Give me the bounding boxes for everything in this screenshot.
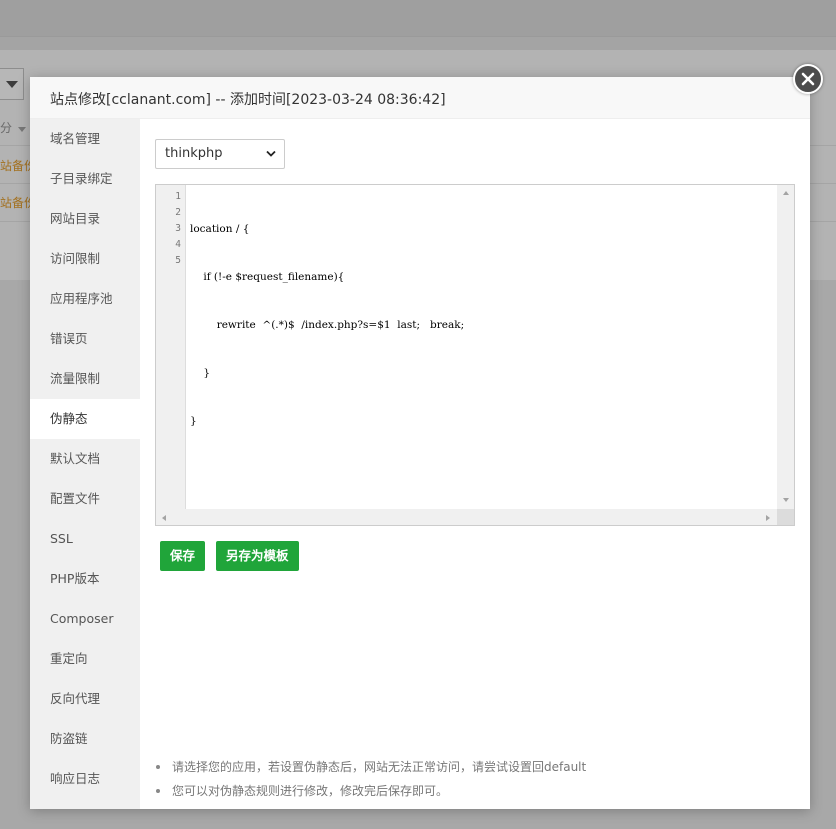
bullet-icon (156, 765, 160, 769)
chevron-down-icon (266, 150, 276, 157)
code-line: location / { (190, 223, 250, 235)
rewrite-code-editor[interactable]: 1 2 3 4 5 location / { if (!-e $request_… (155, 184, 795, 526)
line-number: 3 (175, 223, 181, 234)
line-number-gutter: 1 2 3 4 5 (156, 185, 186, 510)
sidebar-item-composer[interactable]: Composer (30, 599, 140, 639)
sidebar-item-domain[interactable]: 域名管理 (30, 119, 140, 159)
sidebar-item-hotlink-protection[interactable]: 防盗链 (30, 719, 140, 759)
tip-item: 请选择您的应用，若设置伪静态后，网站无法正常访问，请尝试设置回default (155, 755, 795, 779)
sidebar-item-app-pool[interactable]: 应用程序池 (30, 279, 140, 319)
background-header-fragment: 分 (0, 119, 26, 136)
scroll-up-arrow-icon[interactable] (783, 191, 789, 195)
tip-text: 您可以对伪静态规则进行修改，修改完后保存即可。 (172, 784, 449, 798)
code-line: } (190, 367, 211, 379)
rewrite-template-select[interactable]: thinkphp (155, 139, 285, 169)
tips-list: 请选择您的应用，若设置伪静态后，网站无法正常访问，请尝试设置回default 您… (155, 755, 795, 803)
sidebar-item-php-version[interactable]: PHP版本 (30, 559, 140, 599)
settings-sidebar: 域名管理 子目录绑定 网站目录 访问限制 应用程序池 错误页 流量限制 伪静态 … (30, 119, 140, 809)
code-line: rewrite ^(.*)$ /index.php?s=$1 last; bre… (190, 319, 465, 331)
horizontal-scrollbar[interactable] (156, 509, 794, 525)
background-topbar (0, 0, 836, 36)
sidebar-item-ssl[interactable]: SSL (30, 519, 140, 559)
bullet-icon (156, 789, 160, 793)
background-band (0, 36, 836, 50)
vertical-scrollbar[interactable] (777, 185, 794, 510)
sidebar-item-default-document[interactable]: 默认文档 (30, 439, 140, 479)
sidebar-item-site-directory[interactable]: 网站目录 (30, 199, 140, 239)
rewrite-template-select-value: thinkphp (165, 146, 223, 161)
scroll-down-arrow-icon[interactable] (783, 498, 789, 502)
rewrite-panel: thinkphp 1 2 3 4 5 location / { if (!-e … (140, 119, 810, 809)
dialog-title: 站点修改[cclanant.com] -- 添加时间[2023-03-24 08… (50, 92, 446, 108)
sidebar-item-access-limit[interactable]: 访问限制 (30, 239, 140, 279)
save-button[interactable]: 保存 (160, 541, 206, 571)
scroll-right-arrow-icon[interactable] (766, 515, 770, 521)
line-number: 2 (175, 207, 181, 218)
sidebar-item-traffic-limit[interactable]: 流量限制 (30, 359, 140, 399)
tip-item: 您可以对伪静态规则进行修改，修改完后保存即可。 (155, 779, 795, 803)
scroll-left-arrow-icon[interactable] (162, 515, 166, 521)
line-number: 4 (175, 239, 181, 250)
scrollbar-corner (777, 509, 794, 525)
save-as-template-button[interactable]: 另存为模板 (216, 541, 299, 571)
code-content: location / { if (!-e $request_filename){… (190, 189, 464, 461)
close-button[interactable] (793, 64, 823, 94)
sidebar-item-reverse-proxy[interactable]: 反向代理 (30, 679, 140, 719)
sidebar-item-response-log[interactable]: 响应日志 (30, 759, 140, 799)
dialog-header: 站点修改[cclanant.com] -- 添加时间[2023-03-24 08… (30, 77, 810, 119)
line-number: 1 (175, 191, 181, 202)
code-line: if (!-e $request_filename){ (190, 271, 345, 283)
chevron-down-icon (6, 81, 18, 88)
site-edit-dialog: 站点修改[cclanant.com] -- 添加时间[2023-03-24 08… (30, 64, 823, 809)
close-icon (801, 72, 815, 86)
sidebar-item-error-page[interactable]: 错误页 (30, 319, 140, 359)
sidebar-item-rewrite[interactable]: 伪静态 (30, 399, 140, 439)
sidebar-item-config-file[interactable]: 配置文件 (30, 479, 140, 519)
tip-text: 请选择您的应用，若设置伪静态后，网站无法正常访问，请尝试设置回default (172, 760, 587, 774)
background-select (0, 68, 24, 100)
line-number: 5 (175, 255, 181, 266)
sidebar-item-redirect[interactable]: 重定向 (30, 639, 140, 679)
sidebar-item-subdirectory-binding[interactable]: 子目录绑定 (30, 159, 140, 199)
sort-caret-icon (17, 127, 26, 132)
code-line: } (190, 415, 197, 427)
